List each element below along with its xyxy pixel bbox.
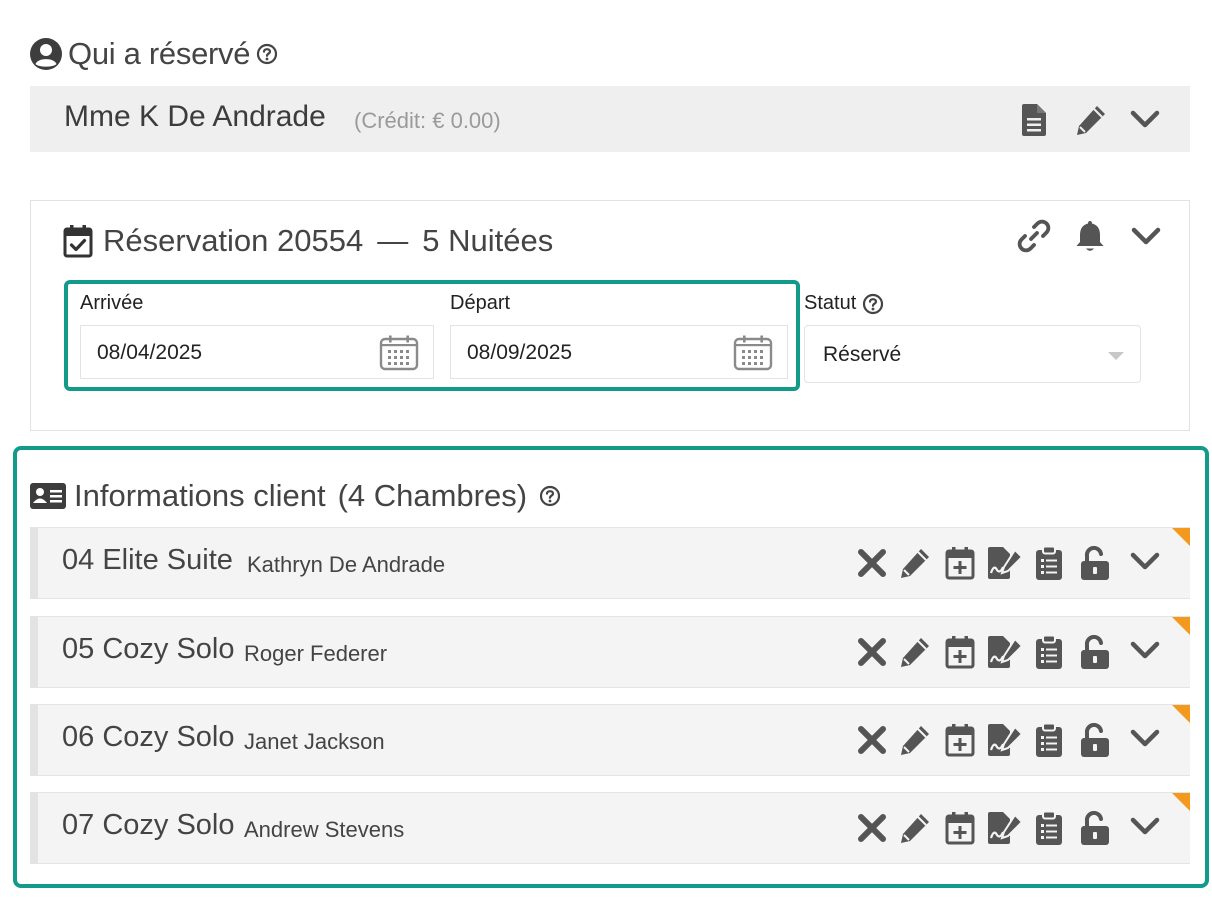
calendar-plus-icon[interactable] bbox=[945, 546, 975, 580]
pencil-icon[interactable] bbox=[898, 546, 932, 580]
clipboard-list-icon[interactable] bbox=[1035, 635, 1063, 669]
guest-name: Mme K De Andrade bbox=[64, 100, 326, 133]
signature-icon[interactable] bbox=[986, 811, 1024, 845]
room-row[interactable]: 04 Elite Suite Kathryn De Andrade bbox=[30, 527, 1190, 599]
chevron-down-icon[interactable] bbox=[1130, 725, 1160, 751]
calendar-plus-icon[interactable] bbox=[945, 723, 975, 757]
reservation-title: Réservation 20554 — 5 Nuitées bbox=[63, 221, 553, 261]
client-info-heading: Informations client bbox=[74, 478, 326, 513]
chevron-down-icon[interactable] bbox=[1130, 548, 1160, 574]
close-icon[interactable] bbox=[856, 546, 888, 580]
close-icon[interactable] bbox=[856, 635, 888, 669]
room-name: 06 Cozy Solo bbox=[62, 721, 235, 753]
row-flag bbox=[1172, 528, 1190, 546]
help-icon[interactable] bbox=[256, 43, 278, 65]
row-stripe bbox=[30, 705, 38, 775]
arrival-date-field[interactable]: 08/04/2025 bbox=[80, 325, 434, 379]
pencil-icon[interactable] bbox=[898, 723, 932, 757]
guest-credit: (Crédit: € 0.00) bbox=[354, 108, 501, 133]
room-name: 07 Cozy Solo bbox=[62, 809, 235, 841]
booker-title: Qui a réservé bbox=[68, 36, 251, 71]
room-name: 04 Elite Suite bbox=[62, 544, 233, 576]
id-card-icon bbox=[30, 482, 66, 510]
room-guest: Kathryn De Andrade bbox=[247, 552, 446, 577]
help-icon[interactable] bbox=[862, 293, 884, 315]
row-flag bbox=[1172, 705, 1190, 723]
chevron-down-icon[interactable] bbox=[1131, 223, 1161, 249]
calendar-icon[interactable] bbox=[379, 335, 419, 371]
user-circle-icon bbox=[30, 38, 62, 70]
clipboard-list-icon[interactable] bbox=[1035, 811, 1063, 845]
rooms-count: (4 Chambres) bbox=[337, 478, 528, 513]
help-icon[interactable] bbox=[539, 485, 561, 507]
departure-label: Départ bbox=[450, 292, 511, 314]
signature-icon[interactable] bbox=[986, 635, 1024, 669]
close-icon[interactable] bbox=[856, 723, 888, 757]
calendar-icon[interactable] bbox=[733, 335, 773, 371]
room-name: 05 Cozy Solo bbox=[62, 633, 235, 665]
reservation-card: Réservation 20554 — 5 Nuitées Arrivée 08… bbox=[30, 200, 1190, 431]
reservation-number: Réservation 20554 bbox=[103, 223, 364, 258]
clipboard-list-icon[interactable] bbox=[1035, 723, 1063, 757]
signature-icon[interactable] bbox=[986, 723, 1024, 757]
departure-date-value: 08/09/2025 bbox=[467, 341, 573, 364]
row-flag bbox=[1172, 793, 1190, 811]
calendar-plus-icon[interactable] bbox=[945, 635, 975, 669]
dropdown-caret-icon bbox=[1108, 352, 1124, 360]
calendar-plus-icon[interactable] bbox=[945, 811, 975, 845]
close-icon[interactable] bbox=[856, 811, 888, 845]
status-label: Statut bbox=[804, 292, 857, 314]
arrival-date-value: 08/04/2025 bbox=[97, 341, 203, 364]
room-guest: Roger Federer bbox=[244, 641, 388, 666]
booker-section-title: Qui a réservé bbox=[30, 34, 278, 74]
signature-icon[interactable] bbox=[986, 546, 1024, 580]
chevron-down-icon[interactable] bbox=[1130, 637, 1160, 663]
status-label-group: Statut bbox=[804, 292, 884, 315]
arrival-label: Arrivée bbox=[80, 292, 144, 314]
unlock-icon[interactable] bbox=[1080, 635, 1110, 669]
unlock-icon[interactable] bbox=[1080, 723, 1110, 757]
chevron-down-icon[interactable] bbox=[1130, 813, 1160, 839]
room-row[interactable]: 05 Cozy Solo Roger Federer bbox=[30, 616, 1190, 688]
departure-date-field[interactable]: 08/09/2025 bbox=[450, 325, 788, 379]
pencil-icon[interactable] bbox=[1074, 103, 1108, 137]
room-row[interactable]: 06 Cozy Solo Janet Jackson bbox=[30, 704, 1190, 776]
bell-icon[interactable] bbox=[1075, 219, 1105, 253]
row-stripe bbox=[30, 793, 38, 863]
clipboard-list-icon[interactable] bbox=[1035, 546, 1063, 580]
unlock-icon[interactable] bbox=[1080, 546, 1110, 580]
pencil-icon[interactable] bbox=[898, 635, 932, 669]
title-separator: — bbox=[377, 223, 409, 258]
nights-count: 5 Nuitées bbox=[422, 223, 554, 258]
unlock-icon[interactable] bbox=[1080, 811, 1110, 845]
row-flag bbox=[1172, 617, 1190, 635]
row-stripe bbox=[30, 617, 38, 687]
status-value: Réservé bbox=[823, 343, 902, 366]
link-icon[interactable] bbox=[1017, 219, 1051, 253]
room-row[interactable]: 07 Cozy Solo Andrew Stevens bbox=[30, 792, 1190, 864]
calendar-check-icon bbox=[63, 224, 93, 258]
row-stripe bbox=[30, 528, 38, 598]
booker-bar[interactable]: Mme K De Andrade (Crédit: € 0.00) bbox=[30, 86, 1190, 152]
pencil-icon[interactable] bbox=[898, 811, 932, 845]
chevron-down-icon[interactable] bbox=[1130, 106, 1160, 132]
status-select[interactable]: Réservé bbox=[804, 325, 1141, 383]
room-guest: Janet Jackson bbox=[244, 729, 385, 754]
document-icon[interactable] bbox=[1020, 103, 1048, 137]
client-info-title: Informations client (4 Chambres) bbox=[30, 476, 561, 516]
room-guest: Andrew Stevens bbox=[244, 817, 405, 842]
